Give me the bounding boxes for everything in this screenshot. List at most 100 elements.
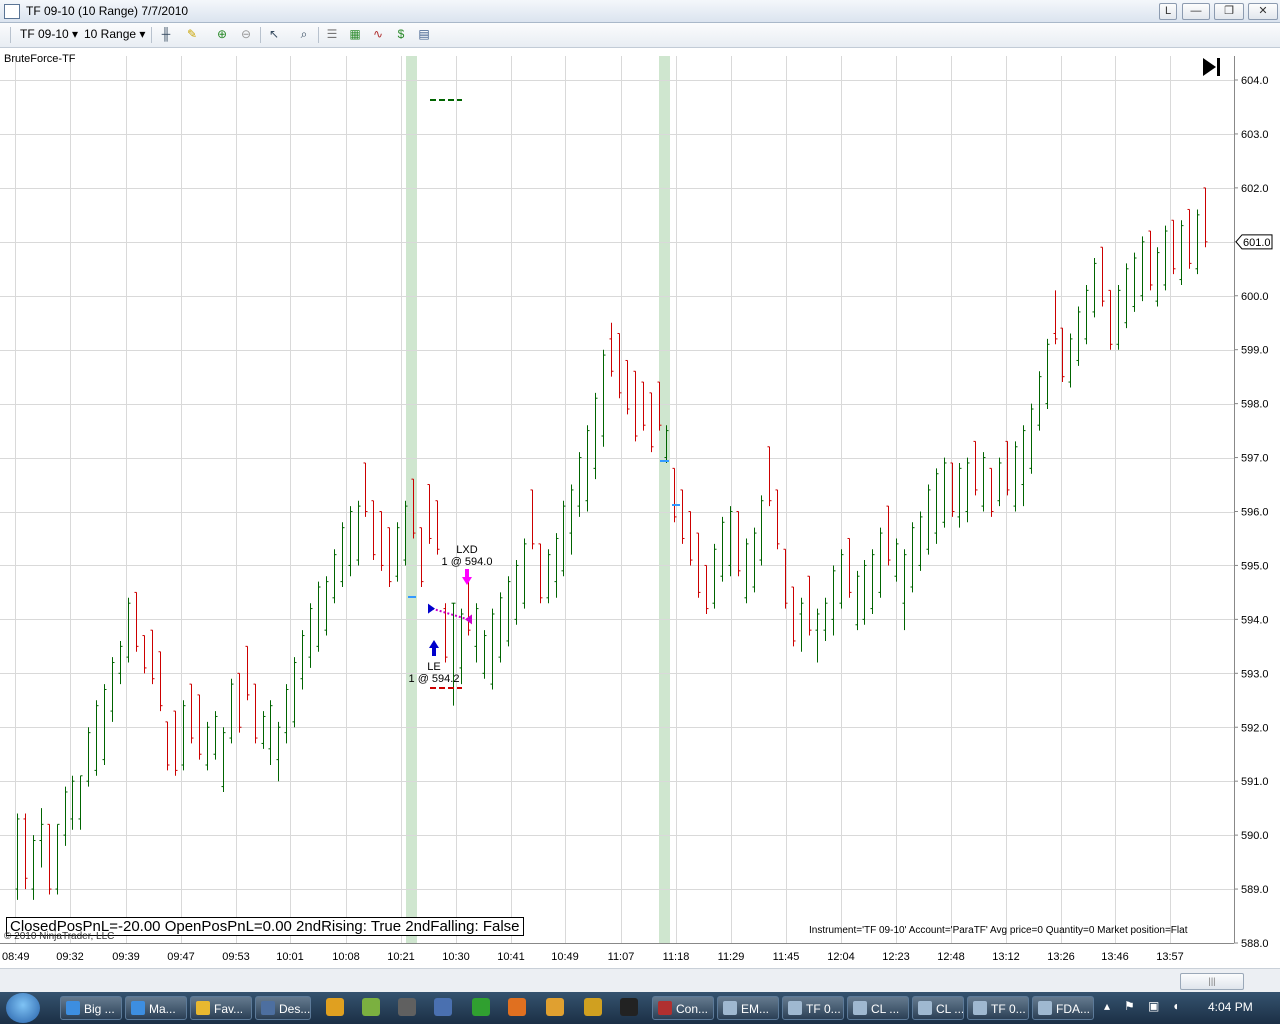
- taskbar-btn-desktop[interactable]: Des...: [255, 996, 311, 1020]
- taskbar-btn-tf2[interactable]: TF 0...: [967, 996, 1029, 1020]
- price-bar: [213, 711, 218, 760]
- indicators-icon[interactable]: ∿: [370, 26, 386, 42]
- session-highlight-band: [406, 56, 417, 943]
- horizontal-scrollbar[interactable]: |||: [0, 968, 1280, 993]
- price-bar: [316, 581, 321, 652]
- price-bar: [371, 500, 376, 561]
- taskbar-btn-tf1[interactable]: TF 0...: [782, 996, 844, 1020]
- ninja-icon: [658, 1001, 672, 1015]
- flag-icon[interactable]: ⚑: [1124, 999, 1135, 1013]
- pointer-icon[interactable]: ↖: [266, 26, 282, 42]
- pencil-app-icon[interactable]: [584, 998, 602, 1016]
- clock-app-icon[interactable]: [546, 998, 564, 1016]
- price-bar: [47, 823, 52, 895]
- apps-icon[interactable]: [362, 998, 380, 1016]
- x-tick-label: 11:18: [663, 951, 690, 963]
- price-bar: [522, 538, 527, 609]
- bar-style-icon[interactable]: ╫: [158, 26, 174, 42]
- price-bar: [680, 489, 685, 544]
- taskbar-label: Fav...: [214, 1002, 244, 1016]
- network-icon[interactable]: [434, 998, 452, 1016]
- price-bar: [63, 786, 68, 846]
- price-bar: [387, 527, 392, 588]
- zoom-icon[interactable]: ⌕: [296, 26, 312, 42]
- price-bar: [712, 543, 717, 609]
- price-bar: [55, 823, 60, 895]
- price-chart[interactable]: 604.0 603.0 602.0 601.0 600.0 599.0 598.0 597.0…: [0, 48, 1280, 966]
- price-bar: [379, 511, 384, 571]
- price-bar: [1179, 220, 1184, 285]
- taskbar-btn-cl1[interactable]: CL ...: [847, 996, 909, 1020]
- price-bar: [538, 543, 543, 604]
- price-bar: [221, 727, 226, 792]
- taskbar-btn-fda[interactable]: FDA...: [1032, 996, 1094, 1020]
- price-bar: [1124, 263, 1129, 329]
- link-button[interactable]: L: [1159, 3, 1177, 20]
- x-tick-label: 13:57: [1156, 951, 1184, 963]
- drawing-tool-icon[interactable]: ✎: [184, 26, 200, 42]
- chart-app-icon: [4, 4, 20, 19]
- price-bar: [886, 505, 891, 566]
- properties-icon[interactable]: ☰: [324, 26, 340, 42]
- price-bar: [791, 586, 796, 647]
- price-bar: [78, 775, 83, 830]
- price-bar: [419, 527, 424, 588]
- price-bar: [1068, 333, 1073, 388]
- minimize-button[interactable]: —: [1182, 3, 1210, 20]
- taskbar-btn-ie[interactable]: Big ...: [60, 996, 122, 1020]
- taskbar-btn-cl2[interactable]: CL ...: [912, 996, 964, 1020]
- p-app-icon[interactable]: [472, 998, 490, 1016]
- exit-detail: 1 @ 594.0: [442, 556, 493, 568]
- data-box-icon[interactable]: ▤: [416, 26, 432, 42]
- target-icon[interactable]: [620, 998, 638, 1016]
- period-label: 10 Range: [84, 27, 137, 41]
- y-tick-label: 598.0: [1241, 399, 1269, 411]
- add-indicator-icon[interactable]: ⊕: [214, 26, 230, 42]
- strategies-icon[interactable]: ▦: [347, 26, 363, 42]
- scrollbar-thumb[interactable]: |||: [1180, 973, 1244, 990]
- toolbar-separator: [151, 27, 152, 43]
- taskbar-label: EM...: [741, 1002, 770, 1016]
- price-bar: [878, 527, 883, 598]
- long-entry-arrow-icon: [429, 640, 439, 656]
- instrument-label: TF 09-10: [20, 27, 69, 41]
- scroll-to-end-icon: [1203, 58, 1216, 76]
- x-tick-label: 10:30: [442, 951, 470, 963]
- volume-icon[interactable]: ◖: [1172, 999, 1179, 1013]
- cone-icon[interactable]: [508, 998, 526, 1016]
- price-bar: [767, 446, 772, 507]
- close-button[interactable]: ✕: [1248, 3, 1278, 20]
- media-icon[interactable]: [326, 998, 344, 1016]
- price-bar: [110, 657, 115, 722]
- price-bar: [31, 835, 36, 900]
- taskbar-btn-ie2[interactable]: Ma...: [125, 996, 187, 1020]
- network-tray-icon[interactable]: ▣: [1148, 999, 1159, 1013]
- remove-indicator-icon[interactable]: ⊖: [238, 26, 254, 42]
- taskbar-btn-control[interactable]: Con...: [652, 996, 714, 1020]
- chart-toolbar: TF 09-10 ▾ 10 Range ▾ ╫ ✎ ⊕ ⊖ ↖ ⌕ ☰ ▦ ∿ …: [0, 23, 1280, 48]
- price-bar: [1148, 230, 1153, 291]
- instrument-selector[interactable]: TF 09-10 ▾: [20, 27, 78, 41]
- windows-taskbar: Big ... Ma... Fav... Des... Con... EM...…: [0, 992, 1280, 1024]
- printer-icon[interactable]: [398, 998, 416, 1016]
- price-chart-canvas[interactable]: 604.0 603.0 602.0 601.0 600.0 599.0 598.0 597.0…: [0, 48, 1280, 966]
- dollar-icon[interactable]: $: [393, 26, 409, 42]
- price-bar: [957, 462, 962, 528]
- price-bar: [870, 549, 875, 614]
- y-tick-label: 604.0: [1241, 75, 1269, 87]
- start-button[interactable]: [6, 993, 40, 1023]
- price-bar: [1195, 209, 1200, 275]
- restore-button[interactable]: ❐: [1214, 3, 1244, 20]
- y-tick-label: 591.0: [1241, 776, 1269, 788]
- period-selector[interactable]: 10 Range ▾: [84, 27, 145, 41]
- taskbar-btn-em[interactable]: EM...: [717, 996, 779, 1020]
- y-tick-label: 589.0: [1241, 884, 1269, 896]
- chart-icon: [788, 1001, 802, 1015]
- taskbar-btn-favorites[interactable]: Fav...: [190, 996, 252, 1020]
- taskbar-label: CL ...: [936, 1002, 964, 1016]
- price-bar: [332, 549, 337, 604]
- price-bar: [300, 630, 305, 690]
- x-tick-label: 09:39: [112, 951, 140, 963]
- tray-expand-icon[interactable]: ▴: [1104, 999, 1110, 1013]
- price-bar: [641, 381, 646, 431]
